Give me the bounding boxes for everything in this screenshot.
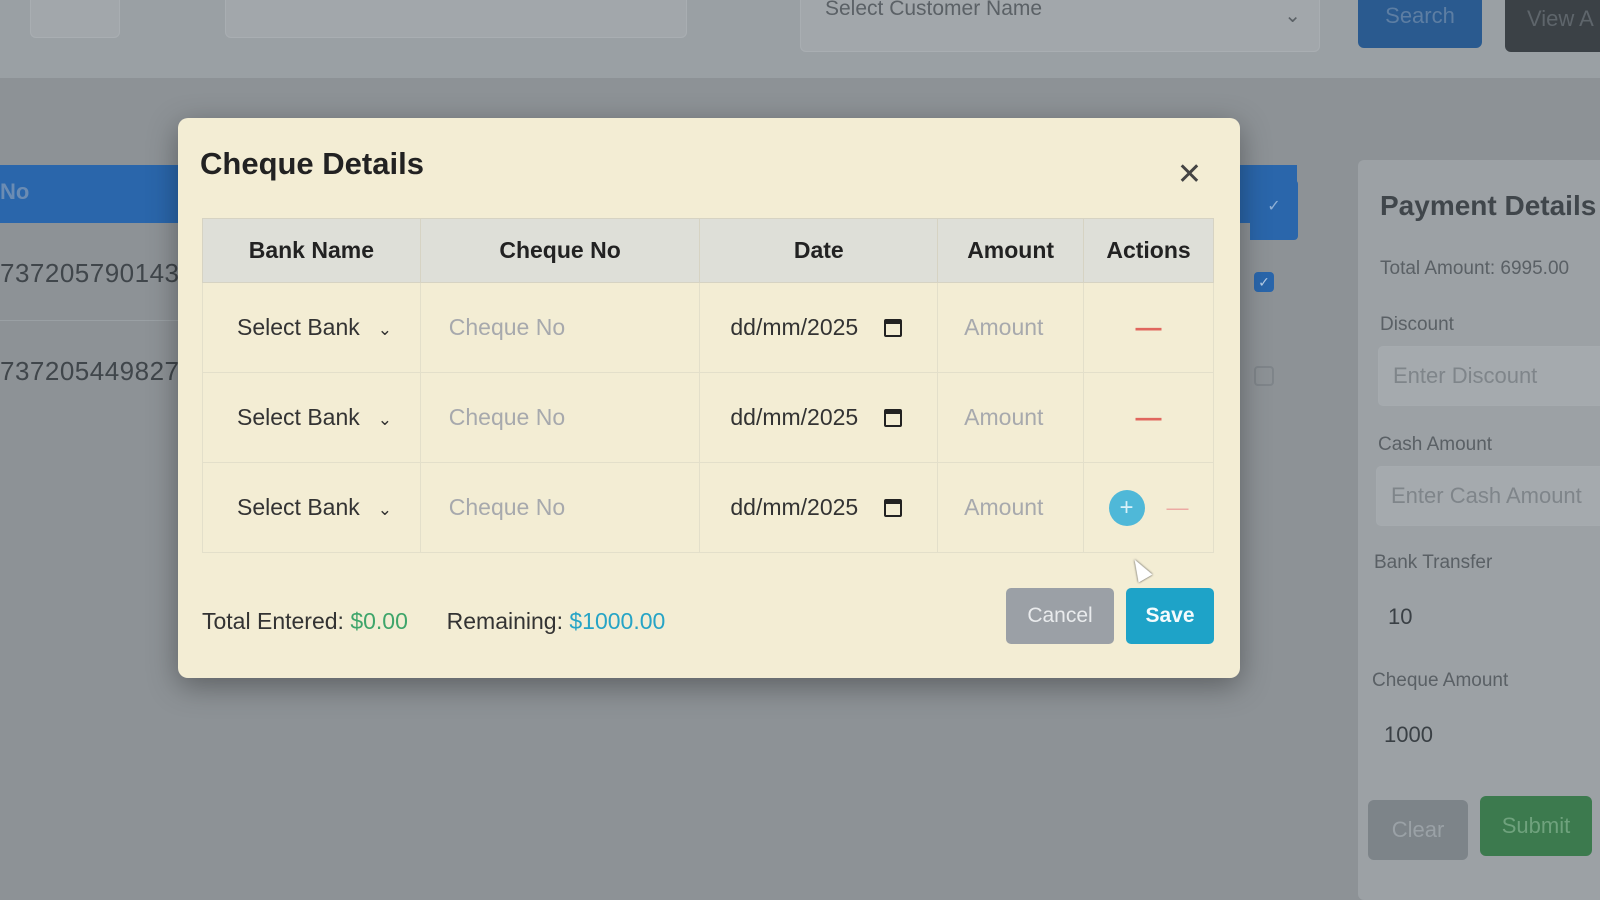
total-entered-value: $0.00 xyxy=(350,608,408,634)
discount-label: Discount xyxy=(1380,314,1454,335)
check-icon: ✓ xyxy=(1267,198,1281,215)
search-button[interactable]: Search xyxy=(1358,0,1482,48)
date-input[interactable]: dd/mm/2025 xyxy=(699,282,939,373)
bank-select-value: Select Bank xyxy=(237,494,360,520)
bank-select-value: Select Bank xyxy=(237,404,360,430)
table-row: Select Bank ⌄ Cheque No dd/mm/2025 Amount… xyxy=(202,372,1214,463)
date-input[interactable]: dd/mm/2025 xyxy=(699,372,939,463)
total-entered-label: Total Entered: xyxy=(202,608,344,634)
table-row-id: 737205449827 xyxy=(0,356,180,386)
customer-select[interactable]: Select Customer Name ⌄ xyxy=(800,0,1320,52)
cheque-table: Bank Name Cheque No Date Amount Actions … xyxy=(202,218,1214,553)
cheque-no-input[interactable]: Cheque No xyxy=(419,462,701,553)
amount-input[interactable]: Amount xyxy=(937,462,1085,553)
filter-box[interactable] xyxy=(30,0,120,38)
date-value: dd/mm/2025 xyxy=(730,314,859,340)
column-header-cheque-no: Cheque No xyxy=(419,218,701,283)
row-checkbox-unchecked[interactable] xyxy=(1254,366,1274,386)
column-header-actions: Actions xyxy=(1083,218,1214,283)
bank-select[interactable]: Select Bank ⌄ xyxy=(202,372,421,463)
chevron-down-icon: ⌄ xyxy=(1284,5,1301,27)
cash-amount-input[interactable]: Enter Cash Amount xyxy=(1376,466,1600,526)
chevron-down-icon: ⌄ xyxy=(377,410,392,429)
plus-icon[interactable]: + xyxy=(1108,489,1145,526)
clear-button[interactable]: Clear xyxy=(1368,800,1468,860)
table-header-row: Bank Name Cheque No Date Amount Actions xyxy=(202,218,1214,283)
table-row: Select Bank ⌄ Cheque No dd/mm/2025 Amount… xyxy=(202,462,1214,553)
cheque-no-input[interactable]: Cheque No xyxy=(419,372,701,463)
submit-button[interactable]: Submit xyxy=(1480,796,1592,856)
row-actions: — xyxy=(1083,372,1214,463)
discount-input[interactable]: Enter Discount xyxy=(1378,346,1600,406)
bank-select[interactable]: Select Bank ⌄ xyxy=(202,282,421,373)
select-all-checkbox[interactable]: ✓ xyxy=(1250,180,1298,240)
row-actions: + — xyxy=(1083,462,1214,553)
cheque-no-input[interactable]: Cheque No xyxy=(419,282,701,373)
amount-input[interactable]: Amount xyxy=(937,372,1085,463)
top-filter-bar: Select Customer Name ⌄ Search View A xyxy=(0,0,1600,78)
date-value: dd/mm/2025 xyxy=(730,404,859,430)
date-input[interactable]: dd/mm/2025 xyxy=(699,462,939,553)
remaining-label: Remaining: xyxy=(446,608,563,634)
table-row: Select Bank ⌄ Cheque No dd/mm/2025 Amount… xyxy=(202,282,1214,373)
cancel-button[interactable]: Cancel xyxy=(1006,588,1114,644)
customer-select-placeholder: Select Customer Name xyxy=(825,0,1043,20)
column-header-bank-name: Bank Name xyxy=(202,218,421,283)
amount-input[interactable]: Amount xyxy=(937,282,1085,373)
row-actions: — xyxy=(1083,282,1214,373)
row-checkbox-checked[interactable]: ✓ xyxy=(1254,272,1274,292)
cheque-details-modal: Cheque Details ✕ Bank Name Cheque No Dat… xyxy=(178,118,1240,678)
row-divider xyxy=(0,320,200,321)
total-amount-text: Total Amount: 6995.00 xyxy=(1380,258,1570,279)
minus-icon[interactable]: — xyxy=(1167,495,1189,520)
payment-details-title: Payment Details xyxy=(1380,190,1597,221)
totals-summary: Total Entered: $0.00 Remaining: $1000.00 xyxy=(202,608,665,635)
filter-input[interactable] xyxy=(225,0,687,38)
table-row-id: 737205790143 xyxy=(0,258,180,288)
save-button[interactable]: Save xyxy=(1126,588,1214,644)
view-all-button[interactable]: View A xyxy=(1505,0,1600,52)
chevron-down-icon: ⌄ xyxy=(377,320,392,339)
bank-select[interactable]: Select Bank ⌄ xyxy=(202,462,421,553)
cheque-amount-value[interactable]: 1000 xyxy=(1384,722,1433,748)
minus-icon[interactable]: — xyxy=(1136,312,1162,342)
close-icon[interactable]: ✕ xyxy=(1177,160,1202,190)
column-header-date: Date xyxy=(699,218,939,283)
bank-select-value: Select Bank xyxy=(237,314,360,340)
remaining-value: $1000.00 xyxy=(569,608,666,634)
minus-icon[interactable]: — xyxy=(1136,402,1162,432)
bank-transfer-value[interactable]: 10 xyxy=(1388,604,1412,630)
calendar-icon[interactable] xyxy=(884,499,903,517)
calendar-icon[interactable] xyxy=(884,409,903,427)
cash-amount-label: Cash Amount xyxy=(1378,434,1493,455)
cheque-amount-label: Cheque Amount xyxy=(1372,670,1509,691)
modal-title: Cheque Details xyxy=(200,146,424,181)
date-value: dd/mm/2025 xyxy=(730,494,859,520)
bank-transfer-label: Bank Transfer xyxy=(1374,552,1493,573)
table-header-no: No xyxy=(0,179,30,204)
chevron-down-icon: ⌄ xyxy=(377,500,392,519)
calendar-icon[interactable] xyxy=(884,319,903,337)
column-header-amount: Amount xyxy=(937,218,1085,283)
